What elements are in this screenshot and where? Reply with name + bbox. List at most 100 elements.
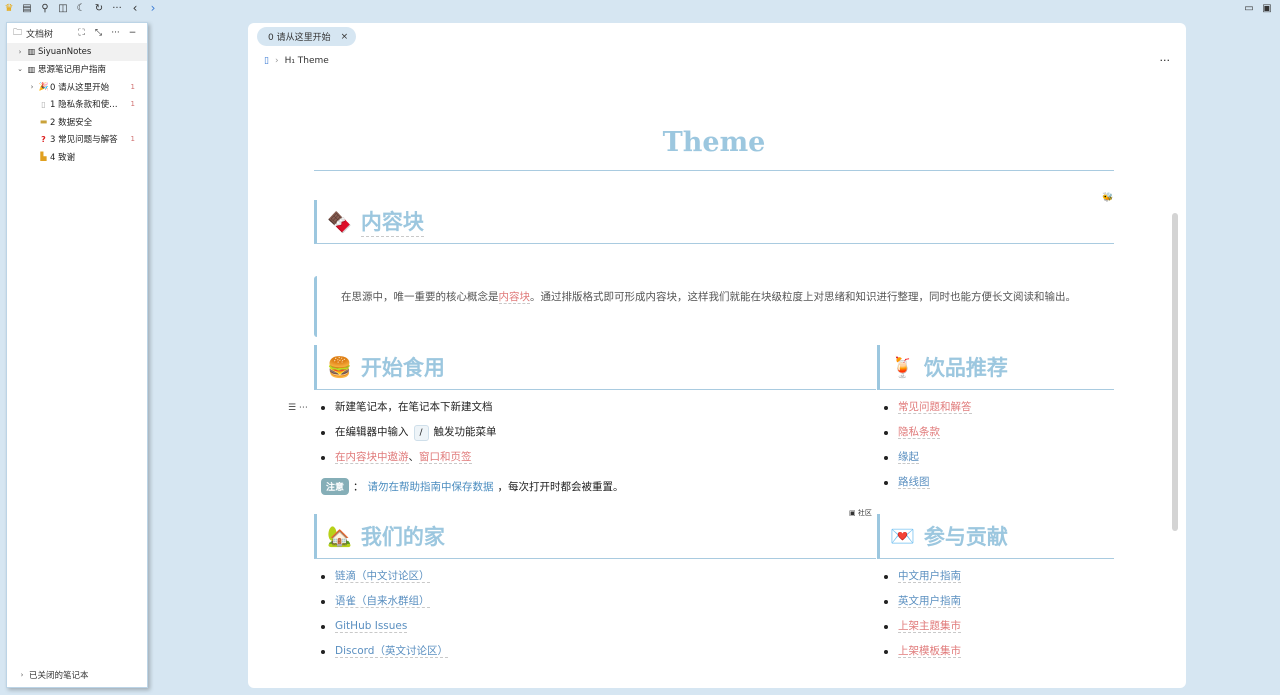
notebook-user-guide[interactable]: ⌄ ▥ 思源笔记用户指南	[7, 61, 147, 79]
chevron-right-icon: ›	[274, 56, 279, 66]
note-badge: 注意	[321, 478, 350, 495]
link-privacy[interactable]: 隐私条款	[898, 426, 940, 439]
document-icon[interactable]: ▯	[264, 56, 269, 66]
doc-label: 2 数据安全	[50, 117, 93, 128]
breadcrumb-heading[interactable]: H₁ Theme	[285, 56, 329, 66]
folder-icon: 🗀	[13, 28, 23, 38]
tab-start-here[interactable]: 0 请从这里开始 ×	[257, 27, 357, 46]
quote-text-pre: 在思源中，唯一重要的核心概念是	[341, 291, 499, 303]
list-item: 链滴（中文讨论区）	[315, 564, 855, 589]
link-template-bazaar[interactable]: 上架模板集市	[898, 645, 961, 658]
list-item: 上架模板集市	[878, 639, 1114, 664]
link-window-tabs[interactable]: 窗口和页签	[419, 451, 472, 464]
doc-item-faq[interactable]: ? 3 常见问题与解答 1	[7, 131, 147, 149]
file-tree-title: 文档树	[26, 29, 54, 40]
list-item: 英文用户指南	[878, 589, 1114, 614]
list-item: 路线图	[878, 470, 1114, 495]
quote-text-post: 。通过排版格式即可形成内容块，这样我们就能在块级粒度上对思绪和知识进行整理，同时…	[530, 291, 1076, 303]
notebook-icon: ▥	[27, 64, 36, 74]
top-toolbar: ♛ ▤ ⚲ ◫ ☾ ↻ ··· ‹ › ▭ ▣	[0, 0, 1280, 16]
doc-item-start[interactable]: › 🎉 0 请从这里开始 1	[7, 78, 147, 96]
heading-contribute[interactable]: 💌 参与贡献	[877, 514, 1114, 559]
list-item-text: 触发功能菜单	[433, 426, 497, 438]
calendar-icon[interactable]: ▤	[18, 0, 36, 16]
link-discord[interactable]: Discord（英文讨论区）	[335, 645, 448, 658]
content-block-link[interactable]: 内容块	[498, 291, 530, 304]
heading-text: 内容块	[360, 206, 424, 237]
maximize-icon[interactable]: ▣	[1258, 0, 1276, 16]
layout-icon[interactable]: ◫	[54, 0, 72, 16]
list-item: 隐私条款	[878, 420, 1114, 445]
scrollbar[interactable]	[1172, 213, 1178, 531]
hamburger-icon: 🍔	[327, 355, 352, 379]
doc-item-security[interactable]: ▬ 2 数据安全	[7, 113, 147, 131]
link-content-block[interactable]: 在内容块中遨游	[335, 451, 409, 464]
file-tree-header: 🗀 文档树 ⛶ ⤡ ··· −	[7, 23, 147, 43]
crown-icon[interactable]: ♛	[0, 0, 18, 16]
collapse-all-icon[interactable]: ⤡	[90, 28, 107, 38]
focus-icon[interactable]: ⛶	[73, 28, 90, 38]
link-zh-guide[interactable]: 中文用户指南	[898, 570, 961, 583]
sync-icon[interactable]: ↻	[90, 0, 108, 16]
tab-label: 0 请从这里开始	[268, 33, 331, 43]
note-link[interactable]: 请勿在帮助指南中保存数据	[368, 479, 494, 494]
more-icon[interactable]: ···	[108, 0, 126, 16]
moon-icon[interactable]: ☾	[72, 0, 90, 16]
heading-content-block[interactable]: 🍫 内容块	[314, 200, 1114, 244]
minimize-icon[interactable]: ▭	[1240, 0, 1258, 16]
separator: 、	[408, 451, 420, 463]
closed-notebooks[interactable]: › 已关闭的笔记本	[7, 667, 147, 683]
list-item-text: 在编辑器中输入	[335, 426, 409, 438]
list-item: 语雀（自来水群组）	[315, 589, 855, 614]
more-icon[interactable]: ···	[107, 28, 124, 38]
doc-label: 3 常见问题与解答	[50, 135, 118, 146]
blockquote[interactable]: 在思源中，唯一重要的核心概念是内容块。通过排版格式即可形成内容块，这样我们就能在…	[314, 276, 1114, 337]
page-title[interactable]: Theme	[314, 127, 1114, 158]
heading-text: 我们的家	[360, 525, 445, 549]
heading-drinks[interactable]: 🍹 饮品推荐	[877, 345, 1114, 390]
heading-text: 饮品推荐	[923, 356, 1008, 380]
contribute-list: 中文用户指南 英文用户指南 上架主题集市 上架模板集市	[878, 564, 1114, 664]
file-tree-panel: 🗀 文档树 ⛶ ⤡ ··· − › ▥ SiyuanNotes ⌄ ▥ 思源笔记…	[6, 22, 148, 688]
notebook-icon: ▥	[27, 47, 36, 57]
doc-item-thanks[interactable]: ▙ 4 致谢	[7, 148, 147, 166]
close-icon[interactable]: ×	[341, 32, 349, 42]
link-faq[interactable]: 常见问题和解答	[898, 401, 972, 414]
heading-our-home[interactable]: 🏡 我们的家	[314, 514, 876, 559]
link-ld246[interactable]: 链滴（中文讨论区）	[335, 570, 430, 583]
chevron-right-icon[interactable]: ›	[17, 671, 27, 679]
chevron-right-icon[interactable]: ›	[15, 48, 25, 56]
notebook-siyuannotes[interactable]: › ▥ SiyuanNotes	[7, 43, 147, 61]
chevron-down-icon[interactable]: ⌄	[15, 65, 25, 73]
link-github-issues[interactable]: GitHub Issues	[335, 620, 408, 633]
doc-label: 1 隐私条款和使…	[50, 100, 118, 111]
minimize-panel-icon[interactable]: −	[124, 28, 141, 38]
house-icon: 🏡	[327, 524, 352, 548]
ref-count: 1	[130, 82, 135, 91]
heading-getting-started[interactable]: 🍔 开始食用	[314, 345, 876, 390]
list-item: 中文用户指南	[878, 564, 1114, 589]
podium-icon: ▙	[40, 152, 47, 162]
link-roadmap[interactable]: 路线图	[898, 476, 930, 489]
list-item: 在内容块中遨游、窗口和页签	[315, 445, 855, 470]
forward-icon[interactable]: ›	[144, 0, 162, 16]
link-origin[interactable]: 缘起	[898, 451, 919, 464]
search-icon[interactable]: ⚲	[36, 0, 54, 16]
tropical-drink-icon: 🍹	[890, 355, 915, 379]
note-line: 注意 ： 请勿在帮助指南中保存数据 ，每次打开时都会被重置。	[321, 478, 624, 495]
notebook-label: 思源笔记用户指南	[38, 65, 107, 76]
love-letter-icon: 💌	[890, 524, 915, 548]
more-button[interactable]: ···	[1160, 54, 1171, 67]
doc-item-privacy[interactable]: ▯ 1 隐私条款和使… 1	[7, 96, 147, 114]
home-list: 链滴（中文讨论区） 语雀（自来水群组） GitHub Issues Discor…	[315, 564, 855, 664]
note-colon: ：	[353, 481, 364, 493]
link-en-guide[interactable]: 英文用户指南	[898, 595, 961, 608]
chevron-right-icon[interactable]: ›	[27, 83, 37, 91]
closed-notebooks-label: 已关闭的笔记本	[29, 671, 89, 681]
link-theme-bazaar[interactable]: 上架主题集市	[898, 620, 961, 633]
title-divider	[314, 170, 1114, 171]
block-gutter-icon[interactable]: ☰ ⋯	[288, 403, 308, 413]
back-icon[interactable]: ‹	[126, 0, 144, 16]
notebook-label: SiyuanNotes	[38, 46, 92, 57]
link-yuque[interactable]: 语雀（自来水群组）	[335, 595, 430, 608]
